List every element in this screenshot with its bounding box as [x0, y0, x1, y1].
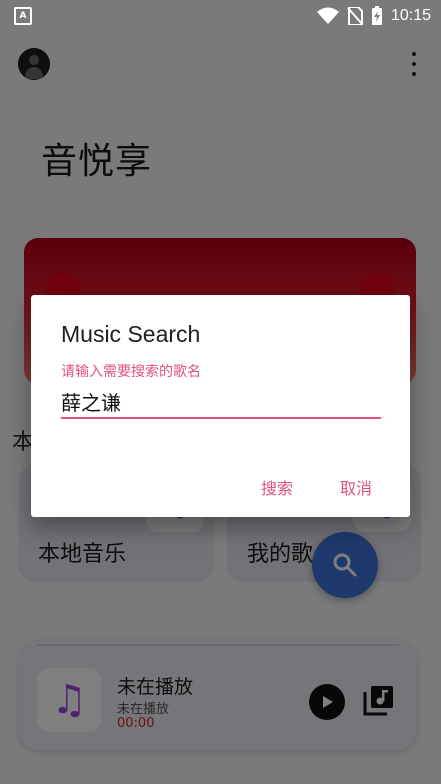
dialog-title: Music Search [61, 321, 201, 347]
battery-charging-icon [371, 6, 382, 25]
no-sim-icon [347, 7, 363, 25]
search-input-group: 请输入需要搜索的歌名 [61, 361, 381, 423]
app-badge-icon: A [14, 7, 32, 25]
search-button[interactable]: 搜索 [261, 475, 293, 499]
search-input-label: 请输入需要搜索的歌名 [61, 364, 201, 380]
music-search-dialog: Music Search 请输入需要搜索的歌名 搜索 取消 [31, 295, 410, 517]
wifi-icon [316, 7, 339, 24]
status-bar: A 10:15 [0, 0, 441, 32]
cancel-button[interactable]: 取消 [340, 475, 372, 499]
search-input[interactable] [61, 385, 381, 419]
clock-time: 10:15 [390, 7, 431, 24]
